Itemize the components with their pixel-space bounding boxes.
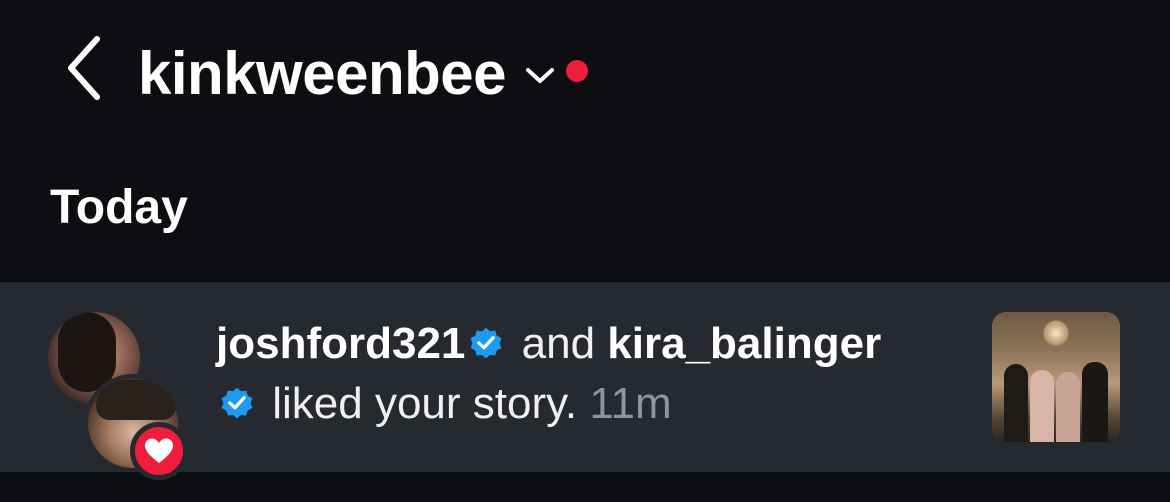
notification-row[interactable]: joshford321 and kira_balinger liked your…: [0, 282, 1170, 480]
action-text: liked your story.: [272, 379, 578, 428]
username-link[interactable]: kira_balinger: [607, 319, 881, 368]
notification-text: joshford321 and kira_balinger liked your…: [216, 314, 956, 434]
chevron-left-icon: [68, 35, 100, 100]
story-thumbnail[interactable]: [992, 312, 1120, 442]
heart-icon: [145, 438, 173, 463]
top-bar: kinkweenbee: [0, 0, 1170, 140]
timestamp: 11m: [589, 379, 672, 428]
unread-dot: [566, 60, 589, 82]
connector-text: and: [521, 319, 596, 368]
account-switcher[interactable]: kinkweenbee: [138, 28, 589, 118]
avatar-stack[interactable]: [48, 312, 190, 480]
back-button[interactable]: [50, 30, 120, 105]
verified-badge-icon: [221, 387, 253, 419]
account-name: kinkweenbee: [138, 39, 507, 107]
heart-badge: [130, 422, 188, 480]
chevron-down-icon: [524, 66, 556, 86]
username-link[interactable]: joshford321: [216, 319, 465, 368]
verified-badge-icon: [471, 327, 502, 359]
section-title: Today: [50, 181, 188, 234]
